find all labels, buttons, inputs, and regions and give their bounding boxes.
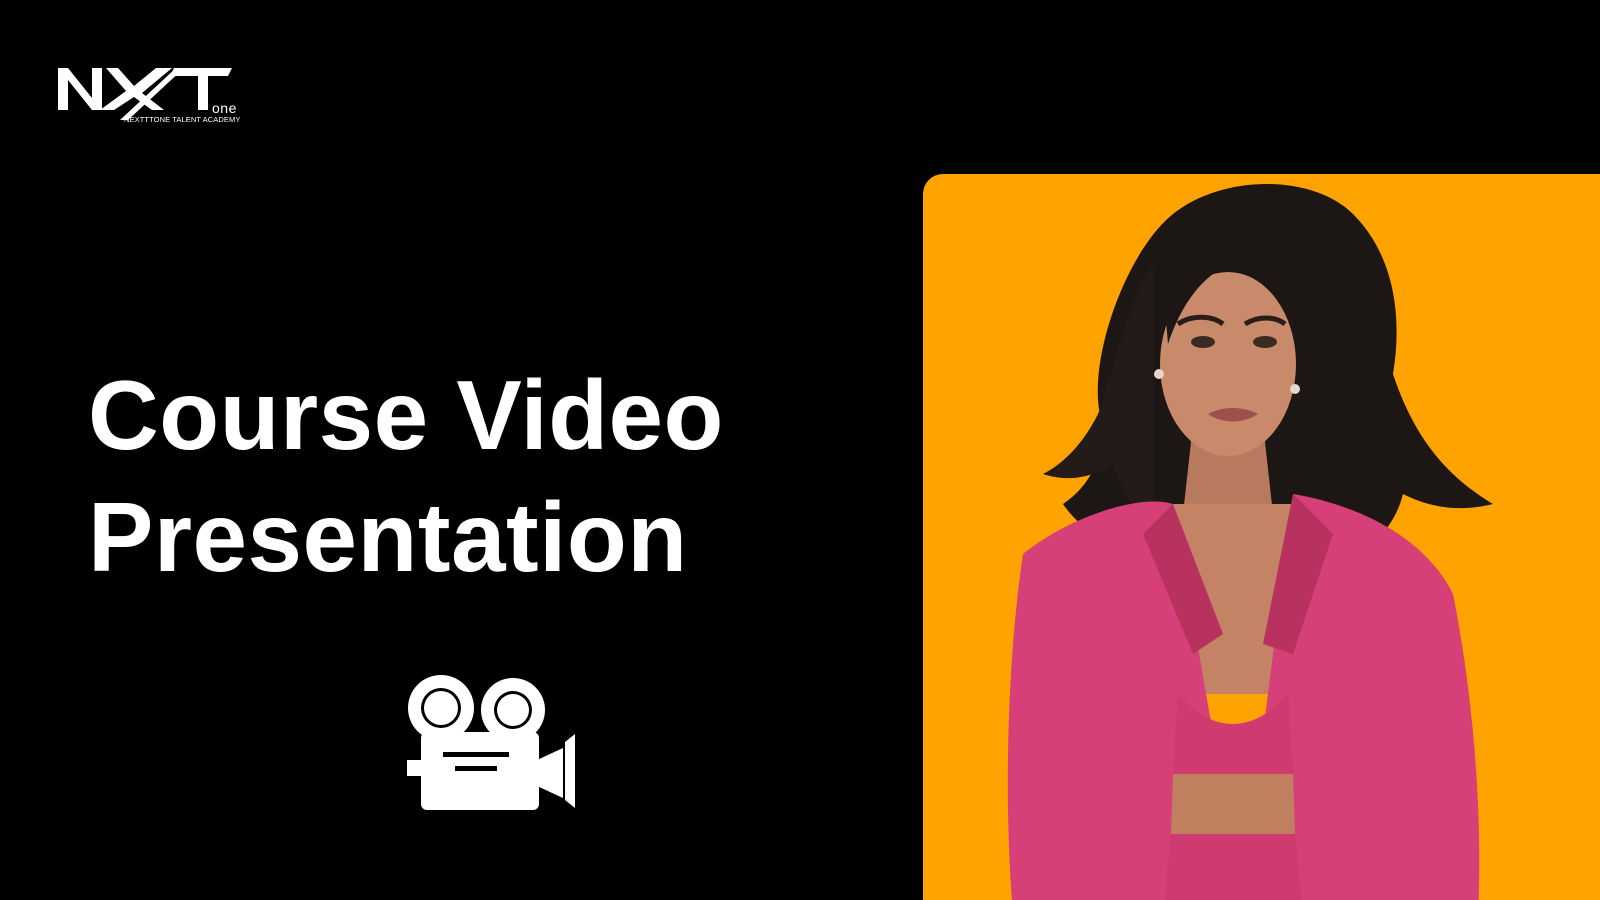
logo-suffix: one	[212, 100, 237, 116]
page-title: Course Video Presentation	[88, 354, 724, 598]
logo-tagline: NEXTTTONE TALENT ACADEMY	[124, 115, 241, 124]
title-line-2: Presentation	[88, 482, 688, 592]
hero-photo	[923, 174, 1600, 900]
movie-camera-icon	[407, 675, 575, 810]
title-line-1: Course Video	[88, 360, 724, 470]
logo-mark-icon	[58, 68, 232, 120]
slide: one NEXTTTONE TALENT ACADEMY Course Vide…	[0, 0, 1600, 900]
model-portrait-icon	[1007, 184, 1493, 900]
brand-logo: one NEXTTTONE TALENT ACADEMY	[56, 62, 246, 126]
